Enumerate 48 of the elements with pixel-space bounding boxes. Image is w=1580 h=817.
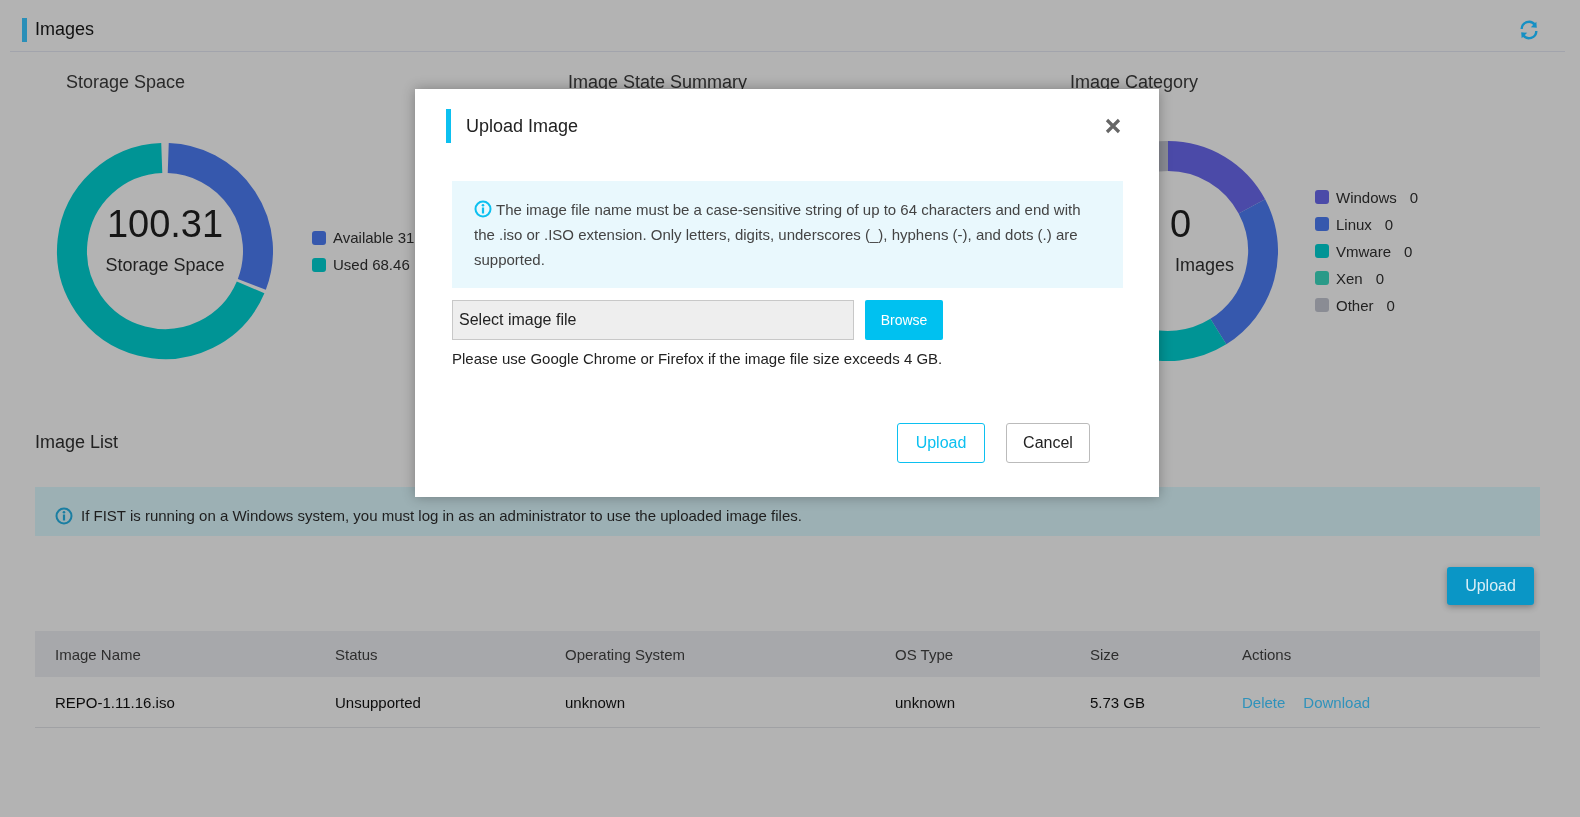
upload-button[interactable]: Upload xyxy=(1447,567,1534,605)
section-title: Image List xyxy=(35,432,119,453)
column-header: Image Name xyxy=(35,631,315,677)
chart-center-label: Images xyxy=(1175,255,1235,276)
title-accent-bar xyxy=(22,17,27,42)
chart-title: Image State Summary xyxy=(568,72,749,93)
info-icon xyxy=(474,200,492,218)
table-cell: REPO-1.11.16.iso xyxy=(35,677,315,728)
action-link[interactable]: Download xyxy=(1303,693,1371,711)
chart-center-value: 100.31 xyxy=(105,203,225,246)
page-title: Images xyxy=(35,19,95,40)
close-icon[interactable] xyxy=(1103,116,1123,136)
chart-title: Storage Space xyxy=(66,72,187,93)
legend-label: Used 68.46 xyxy=(333,256,410,273)
note-text: Please use Google Chrome or Firefox if the image file size exceeds 4 GB. xyxy=(452,350,944,367)
column-header: Operating System xyxy=(545,631,875,677)
legend-value: 0 xyxy=(1384,215,1394,233)
dialog-button[interactable]: Cancel xyxy=(1006,423,1090,463)
chart-title: Image Category xyxy=(1070,72,1200,93)
legend-value: 0 xyxy=(1375,269,1385,287)
legend-value: 0 xyxy=(1404,242,1413,260)
info-icon xyxy=(55,506,73,525)
file-field[interactable]: Select image file xyxy=(452,300,854,340)
legend-value: 0 xyxy=(1409,188,1419,206)
legend-label: Linux xyxy=(1336,215,1372,233)
column-header: Size xyxy=(1070,631,1222,677)
action-link[interactable]: Delete xyxy=(1242,693,1286,711)
notice-text: If FIST is running on a Windows system, you must log in as an administrator to use the uploaded image files. xyxy=(81,507,802,524)
dialog-title: Upload Image xyxy=(466,115,579,137)
column-header: Actions xyxy=(1222,631,1540,677)
table-cell: unknown xyxy=(545,677,875,728)
legend-label: Windows xyxy=(1336,188,1397,206)
browse-button[interactable]: Browse xyxy=(865,300,943,340)
legend-label: Xen xyxy=(1336,269,1363,287)
legend-label: Vmware xyxy=(1336,242,1391,260)
legend-label: Other xyxy=(1336,296,1374,314)
dialog-button[interactable]: Upload xyxy=(897,423,985,463)
table-cell: 5.73 GB xyxy=(1070,677,1222,728)
column-header: Status xyxy=(315,631,545,677)
table-cell: Unsupported xyxy=(315,677,545,728)
legend-value: 0 xyxy=(1386,296,1395,314)
title-accent-bar xyxy=(446,109,451,143)
info-message: The image file name must be a case-sensitive string of up to 64 characters and end with the .iso or .ISO extension. Only letters, digits, underscores (_), hyphens (-), and dots (.) are supported. xyxy=(452,181,1123,288)
column-header: OS Type xyxy=(875,631,1070,677)
table-cell: unknown xyxy=(875,677,1070,728)
chart-center-value: 0 xyxy=(1170,203,1192,246)
legend-label: Available 31 xyxy=(333,229,415,246)
chart-center-label: Storage Space xyxy=(104,255,226,276)
